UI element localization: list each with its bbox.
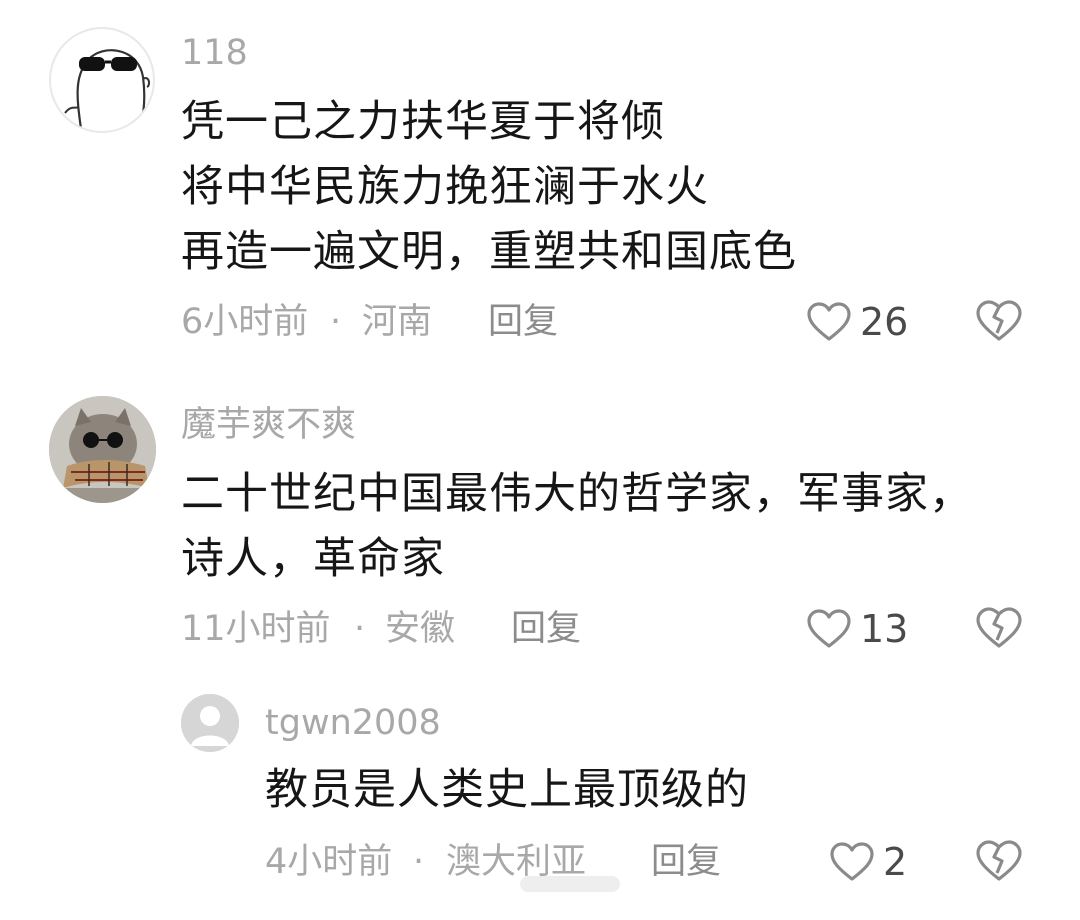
meta-separator: · [330,302,342,342]
dislike-button[interactable] [975,299,1023,345]
comment-text-line: 再造一遍文明，重塑共和国底色 [181,227,797,277]
watermark-logo-icon [520,876,620,892]
like-count: 26 [860,300,909,344]
broken-heart-icon [976,300,1022,341]
like-count: 13 [860,607,909,651]
avatar[interactable] [181,694,239,752]
avatar[interactable] [49,27,155,133]
comment-location: 河南 [362,302,433,342]
username[interactable]: tgwn2008 [265,703,441,743]
comment-thread: 118 凭一己之力扶华夏于将倾 将中华民族力挽狂澜于水火 再造一遍文明，重塑共和… [0,0,1080,920]
meta-separator: · [413,842,425,882]
comment-location: 安徽 [385,609,456,649]
avatar[interactable] [49,396,156,503]
username[interactable]: 魔芋爽不爽 [181,405,356,445]
like-count: 2 [883,840,908,884]
broken-heart-icon [976,607,1022,648]
dislike-button[interactable] [975,839,1023,885]
cat-with-sunglasses-icon [49,396,156,503]
default-user-icon [181,694,239,752]
reply-button[interactable]: 回复 [488,300,558,344]
like-button[interactable]: 13 [806,606,908,652]
dislike-button[interactable] [975,606,1023,652]
reply-button[interactable]: 回复 [511,607,581,651]
like-button[interactable]: 2 [829,839,907,885]
heart-outline-icon [830,842,874,881]
sunglasses-doodle-icon [64,49,151,131]
comment-text-line: 教员是人类史上最顶级的 [265,765,749,815]
like-button[interactable]: 26 [806,299,908,345]
comment-text-line: 诗人，革命家 [181,534,445,584]
comment-text-line: 二十世纪中国最伟大的哲学家，军事家， [181,469,973,519]
heart-outline-icon [807,609,851,648]
broken-heart-icon [976,840,1022,881]
meta-separator: · [354,609,366,649]
comment-time: 6小时前 [181,302,309,342]
watermark [520,872,620,896]
username[interactable]: 118 [181,33,248,73]
comment-text-line: 凭一己之力扶华夏于将倾 [181,97,665,147]
heart-outline-icon [807,302,851,341]
comment-time: 4小时前 [265,842,393,882]
comment-text-line: 将中华民族力挽狂澜于水火 [181,162,709,212]
reply-button[interactable]: 回复 [651,840,721,884]
comment-time: 11小时前 [181,609,331,649]
